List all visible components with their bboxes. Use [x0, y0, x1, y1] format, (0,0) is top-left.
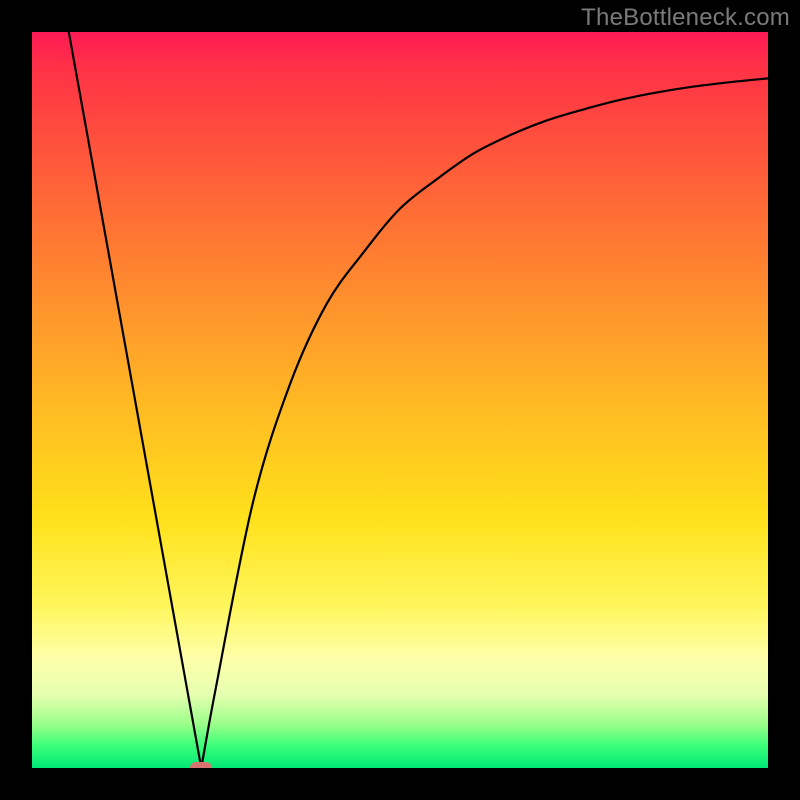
- watermark-text: TheBottleneck.com: [581, 4, 790, 32]
- bottleneck-curve: [32, 32, 768, 768]
- plot-area: [32, 32, 768, 768]
- chart-frame: TheBottleneck.com: [0, 0, 800, 800]
- optimal-point-marker: [190, 762, 212, 768]
